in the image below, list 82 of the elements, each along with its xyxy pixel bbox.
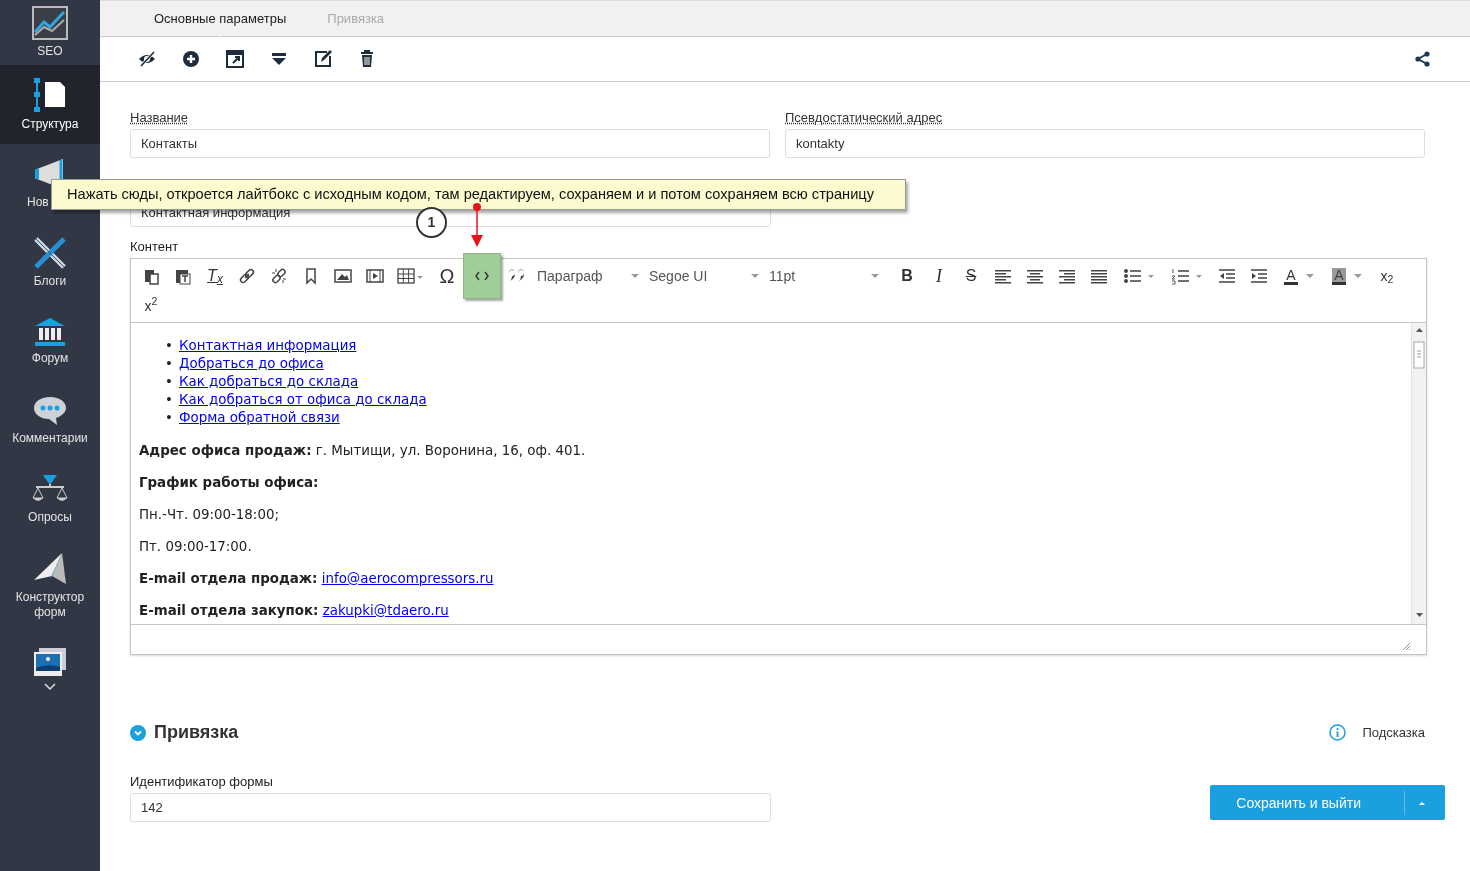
content-paragraph: Адрес офиса продаж: г. Мытищи, ул. Воронина, 16, оф. 401.: [139, 442, 587, 460]
field-label: Название: [130, 110, 190, 125]
bullet-marker: •: [165, 337, 174, 355]
email-label: E-mail отдела продаж:: [139, 571, 318, 586]
chevron-down-icon[interactable]: [44, 683, 56, 691]
content-link[interactable]: Добраться до офиса: [179, 355, 324, 373]
plus-circle-icon: [181, 49, 201, 69]
resize-handle-icon[interactable]: [1402, 642, 1411, 651]
pencils-icon: [33, 236, 67, 270]
section-title: Привязка: [154, 721, 239, 744]
bullet-marker: •: [165, 373, 174, 391]
content-link[interactable]: Как добраться от офиса до склада: [179, 391, 427, 409]
justify-icon: [1090, 267, 1108, 285]
subscript-button[interactable]: x$_{2}$: [1371, 262, 1403, 290]
sidebar-item[interactable]: Блоги: [33, 274, 67, 289]
structure-icon: [34, 77, 66, 113]
paste-icon: [142, 267, 160, 285]
scrollbar[interactable]: [1411, 323, 1426, 624]
superscript-button[interactable]: x$^{2}$: [135, 292, 167, 320]
collapse-toggle-icon[interactable]: [130, 724, 146, 741]
content-link[interactable]: Как добраться до склада: [179, 373, 359, 391]
hint-link[interactable]: Подсказка: [1362, 722, 1425, 743]
info-icon[interactable]: [1329, 724, 1347, 741]
field-label: Идентификатор формы: [130, 774, 274, 789]
align-center-icon: [1026, 267, 1044, 285]
step-marker: 1: [416, 207, 447, 238]
strikethrough-button[interactable]: S: [955, 262, 987, 290]
input-field[interactable]: Контакты: [130, 129, 770, 158]
sidebar-item[interactable]: Структура: [21, 117, 79, 132]
field-label: Контент: [130, 239, 179, 254]
dropdown[interactable]: 11pt: [765, 262, 885, 290]
content-link[interactable]: Форма обратной связи: [179, 409, 340, 427]
image-icon: [334, 267, 352, 285]
bullet-list-icon: [1123, 267, 1155, 285]
bullet-marker: •: [165, 409, 174, 427]
sidebar-item[interactable]: Опросы: [28, 510, 72, 525]
bold-button[interactable]: B: [891, 262, 923, 290]
field-label: Псевдостатический адрес: [785, 110, 944, 125]
email-label: E-mail отдела закупок:: [139, 603, 319, 618]
monitor-picture-icon[interactable]: [33, 647, 67, 679]
bullet-marker: •: [165, 355, 174, 373]
callout-tooltip: Нажать сюды, откроется лайтбокс с исходным кодом, там редактируем, сохраняем и и потом сохраняем всю страницу: [51, 179, 906, 210]
outdent-icon: [1218, 267, 1236, 285]
dropdown[interactable]: Параграф: [533, 262, 645, 290]
email-link[interactable]: zakupki@tdaero.ru: [322, 603, 449, 618]
email-link[interactable]: info@aerocompressors.ru: [321, 571, 494, 586]
speech-bubble-icon: [33, 395, 67, 427]
content-paragraph: Пт. 09:00-17:00.: [139, 538, 253, 556]
paper-plane-icon: [32, 551, 68, 586]
paste-text-icon: [174, 267, 192, 285]
bullet-marker: •: [165, 391, 174, 409]
align-right-icon: [1058, 267, 1076, 285]
code-icon: [475, 271, 489, 281]
special-character-button[interactable]: Ω: [431, 262, 463, 290]
chart-icon: [32, 6, 68, 40]
align-left-icon: [994, 267, 1012, 285]
pointer-arrow: [470, 202, 484, 248]
content-paragraph: Пн.-Чт. 09:00-18:00;: [139, 506, 280, 524]
share-icon: [1415, 51, 1431, 67]
sidebar-item[interactable]: SEO: [37, 44, 63, 59]
building-icon: [34, 317, 66, 347]
input-field[interactable]: kontakty: [785, 129, 1425, 158]
table-icon: [397, 267, 425, 285]
sidebar-item[interactable]: Форум: [31, 351, 69, 366]
italic-button[interactable]: I: [923, 262, 955, 290]
text-color-button[interactable]: A: [1275, 262, 1323, 290]
indent-icon: [1250, 267, 1268, 285]
unlink-icon: [270, 267, 288, 285]
sidebar-item[interactable]: Комментарии: [12, 431, 88, 446]
input-field[interactable]: 142: [130, 793, 771, 822]
content-heading: График работы офиса:: [139, 474, 320, 492]
dropdown[interactable]: Segoe UI: [645, 262, 765, 290]
content-link[interactable]: Контактная информация: [179, 337, 357, 355]
numbered-list-icon: [1171, 267, 1203, 285]
clear-format-button[interactable]: T$_{x}$: [199, 262, 231, 290]
eye-slash-icon: [137, 49, 157, 69]
pencil-square-icon: [313, 49, 333, 69]
window-icon: [225, 49, 245, 69]
sidebar-item[interactable]: Нов: [27, 195, 49, 210]
media-icon: [366, 267, 384, 285]
link-icon: [238, 267, 256, 285]
sidebar-item[interactable]: Конструктор форм: [0, 589, 100, 620]
